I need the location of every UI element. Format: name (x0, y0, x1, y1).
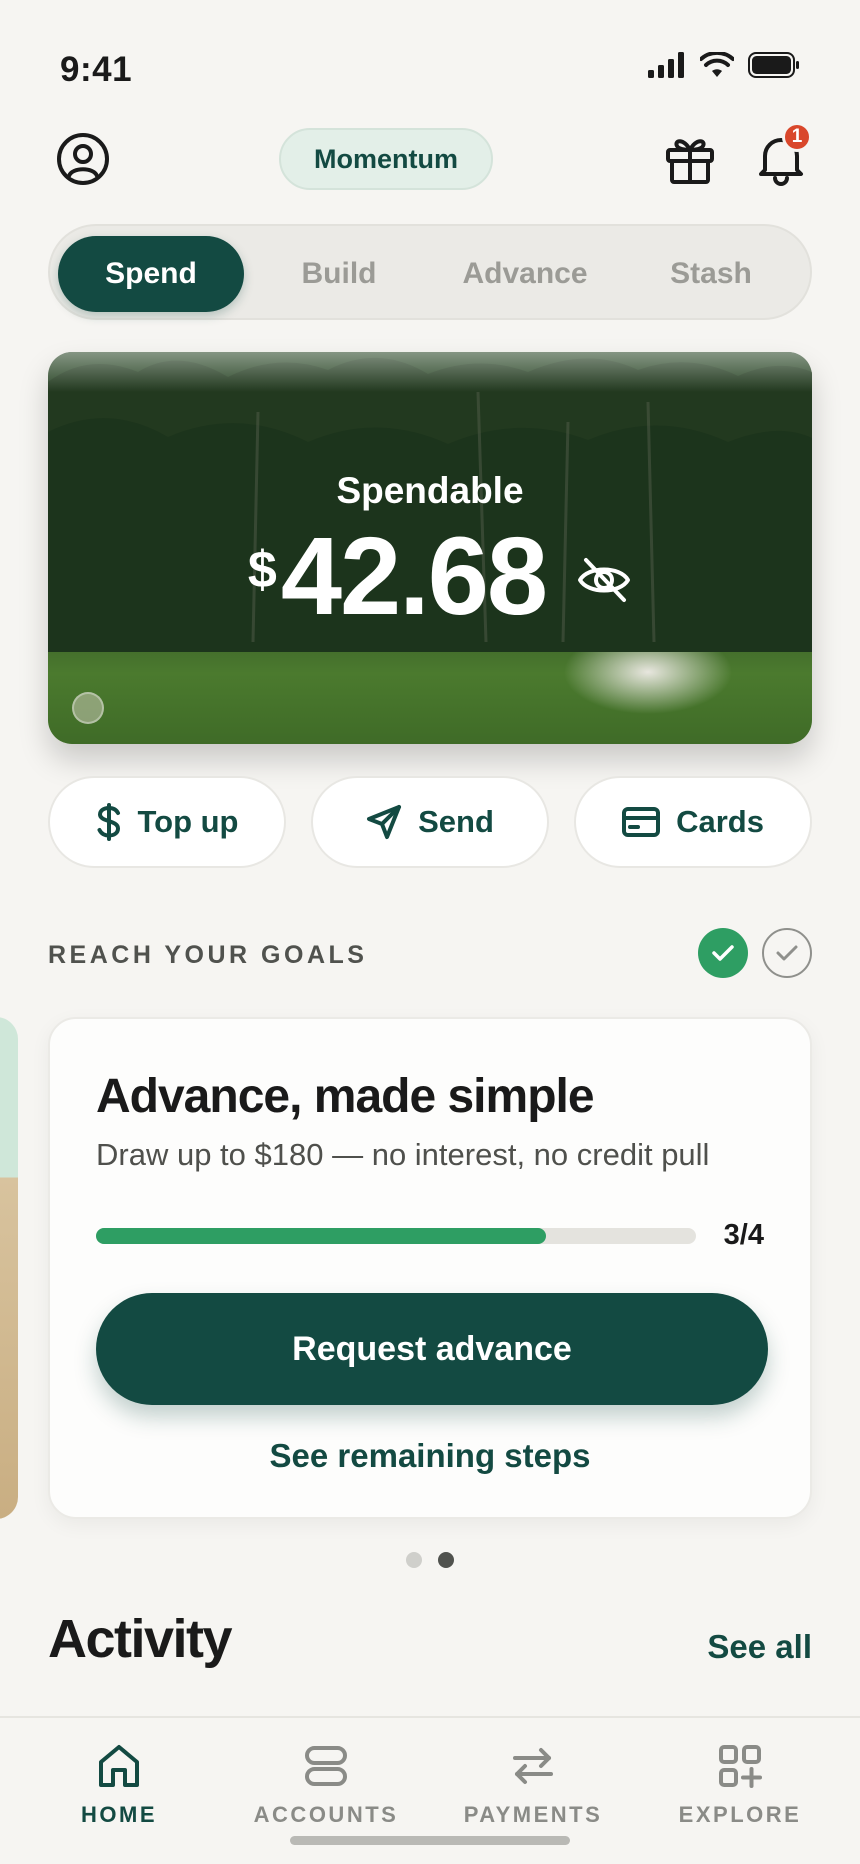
transfer-icon (513, 1748, 553, 1784)
status-time: 9:41 (60, 50, 133, 89)
checkmark-outline-icon (776, 945, 798, 961)
goal-step-completed (698, 928, 748, 978)
request-advance-button[interactable]: Request advance (96, 1293, 768, 1405)
top-up-button[interactable]: Top up (48, 776, 286, 868)
cards-label: Cards (676, 804, 764, 839)
profile-icon (57, 133, 109, 185)
top-up-label: Top up (137, 804, 239, 839)
send-icon (367, 805, 402, 839)
nav-explore-label: EXPLORE (678, 1802, 802, 1827)
nav-explore[interactable]: EXPLORE (640, 1742, 840, 1828)
rewards-button[interactable] (664, 134, 716, 186)
pager-dot-active[interactable] (438, 1552, 454, 1568)
nav-home[interactable]: HOME (19, 1742, 219, 1828)
goal-card: Advance, made simple Draw up to $180 — n… (48, 1017, 812, 1519)
balance-amount: 42.68 (280, 515, 548, 638)
tab-advance[interactable]: Advance (432, 236, 618, 312)
send-button[interactable]: Send (311, 776, 549, 868)
status-icons (648, 52, 800, 78)
nav-payments[interactable]: PAYMENTS (433, 1742, 633, 1828)
goal-step-pending (762, 928, 812, 978)
balance-label: Spendable (336, 470, 524, 511)
hide-balance-icon[interactable] (576, 552, 632, 608)
goal-progress-fill (96, 1228, 546, 1244)
accounts-icon (305, 1746, 347, 1786)
pager-dot[interactable] (406, 1552, 422, 1568)
activity-title: Activity (48, 1609, 233, 1669)
nav-accounts-label: ACCOUNTS (253, 1802, 399, 1827)
checkmark-icon (712, 945, 734, 961)
grid-plus-icon (719, 1745, 762, 1788)
send-label: Send (418, 804, 494, 839)
previous-goal-card-peek[interactable] (0, 1017, 18, 1519)
tab-spend[interactable]: Spend (58, 236, 244, 312)
cards-button[interactable]: Cards (574, 776, 812, 868)
nav-home-label: HOME (81, 1802, 157, 1827)
balance-card[interactable]: Spendable $ 42.68 (48, 352, 812, 744)
brand-pill[interactable]: Momentum (279, 128, 493, 190)
home-indicator (290, 1836, 570, 1845)
goal-title: Advance, made simple (96, 1070, 595, 1123)
tab-stash[interactable]: Stash (618, 236, 804, 312)
goal-progress-bar (96, 1228, 696, 1244)
dollar-icon (97, 803, 120, 841)
cellular-signal-icon (648, 52, 684, 78)
nav-accounts[interactable]: ACCOUNTS (226, 1742, 426, 1828)
card-icon (622, 807, 661, 837)
card-indicator-dot (72, 692, 104, 724)
battery-icon (748, 52, 799, 78)
see-all-link[interactable]: See all (707, 1628, 812, 1666)
goal-subtitle: Draw up to $180 — no interest, no credit… (96, 1137, 710, 1172)
currency-symbol: $ (247, 541, 277, 599)
profile-button[interactable] (56, 132, 110, 186)
wifi-icon (700, 52, 734, 77)
goal-progress-count: 3/4 (723, 1219, 764, 1251)
home-icon (99, 1745, 139, 1787)
see-remaining-steps-link[interactable]: See remaining steps (50, 1437, 810, 1475)
account-tabs: Spend Build Advance Stash (48, 224, 812, 320)
balance-amount-row: $ 42.68 (48, 522, 812, 632)
tab-build[interactable]: Build (246, 236, 432, 312)
goals-pager (406, 1552, 454, 1568)
notification-badge: 1 (782, 122, 812, 152)
goals-section-title: REACH YOUR GOALS (48, 941, 368, 969)
gift-icon (666, 139, 714, 184)
nav-payments-label: PAYMENTS (463, 1802, 603, 1827)
